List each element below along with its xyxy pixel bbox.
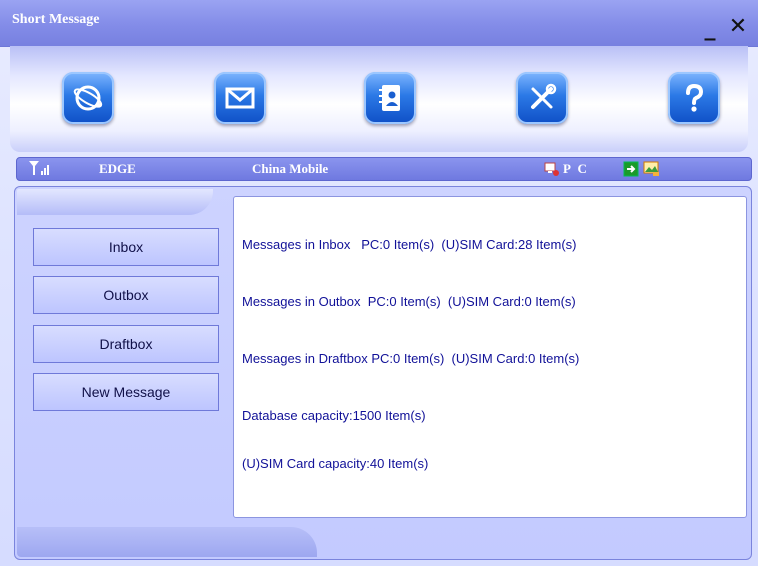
minimize-button[interactable]: _	[698, 14, 722, 40]
settings-button[interactable]	[516, 72, 568, 124]
operator-name: China Mobile	[252, 161, 329, 176]
database-capacity: Database capacity:1500 Item(s)	[242, 408, 426, 423]
new-message-indicator-icon	[643, 160, 661, 182]
summary-panel: Messages in Inbox PC:0 Item(s) (U)SIM Ca…	[233, 196, 747, 518]
sidebar-header-tab	[17, 189, 213, 215]
sidebar-item-inbox[interactable]: Inbox	[33, 228, 219, 266]
connect-button[interactable]	[62, 72, 114, 124]
draftbox-summary: Messages in Draftbox PC:0 Item(s) (U)SIM…	[242, 351, 580, 366]
sim-transfer-icon	[623, 161, 639, 181]
status-bar: EDGE China Mobile P C	[16, 157, 752, 181]
content-frame: Inbox Outbox Draftbox New Message Messag…	[14, 186, 752, 560]
sidebar-item-outbox[interactable]: Outbox	[33, 276, 219, 314]
network-type: EDGE	[99, 161, 136, 176]
signal-strength-icon	[29, 161, 51, 179]
close-button[interactable]: ✕	[726, 14, 750, 39]
pc-mode-label: P C	[563, 161, 589, 176]
sim-capacity: (U)SIM Card capacity:40 Item(s)	[242, 456, 429, 471]
inbox-summary: Messages in Inbox PC:0 Item(s) (U)SIM Ca…	[242, 237, 577, 252]
phonebook-button[interactable]	[364, 72, 416, 124]
help-icon	[686, 83, 704, 112]
tools-icon	[531, 83, 557, 109]
sidebar-item-draftbox[interactable]: Draftbox	[33, 325, 219, 363]
contacts-icon	[379, 85, 400, 111]
outbox-summary: Messages in Outbox PC:0 Item(s) (U)SIM C…	[242, 294, 576, 309]
window-title: Short Message	[12, 12, 100, 27]
globe-icon	[73, 85, 103, 111]
sidebar-item-new-message[interactable]: New Message	[33, 373, 219, 411]
pc-connection-icon	[544, 161, 560, 181]
short-message-window: Short Message _ ✕ EDGE China Mobile P C …	[0, 0, 758, 566]
main-toolbar	[10, 46, 748, 152]
short-message-button[interactable]	[214, 72, 266, 124]
envelope-icon	[225, 87, 255, 109]
title-bar[interactable]: Short Message _ ✕	[0, 0, 758, 47]
help-button[interactable]	[668, 72, 720, 124]
bottom-decor-bar	[17, 527, 317, 557]
